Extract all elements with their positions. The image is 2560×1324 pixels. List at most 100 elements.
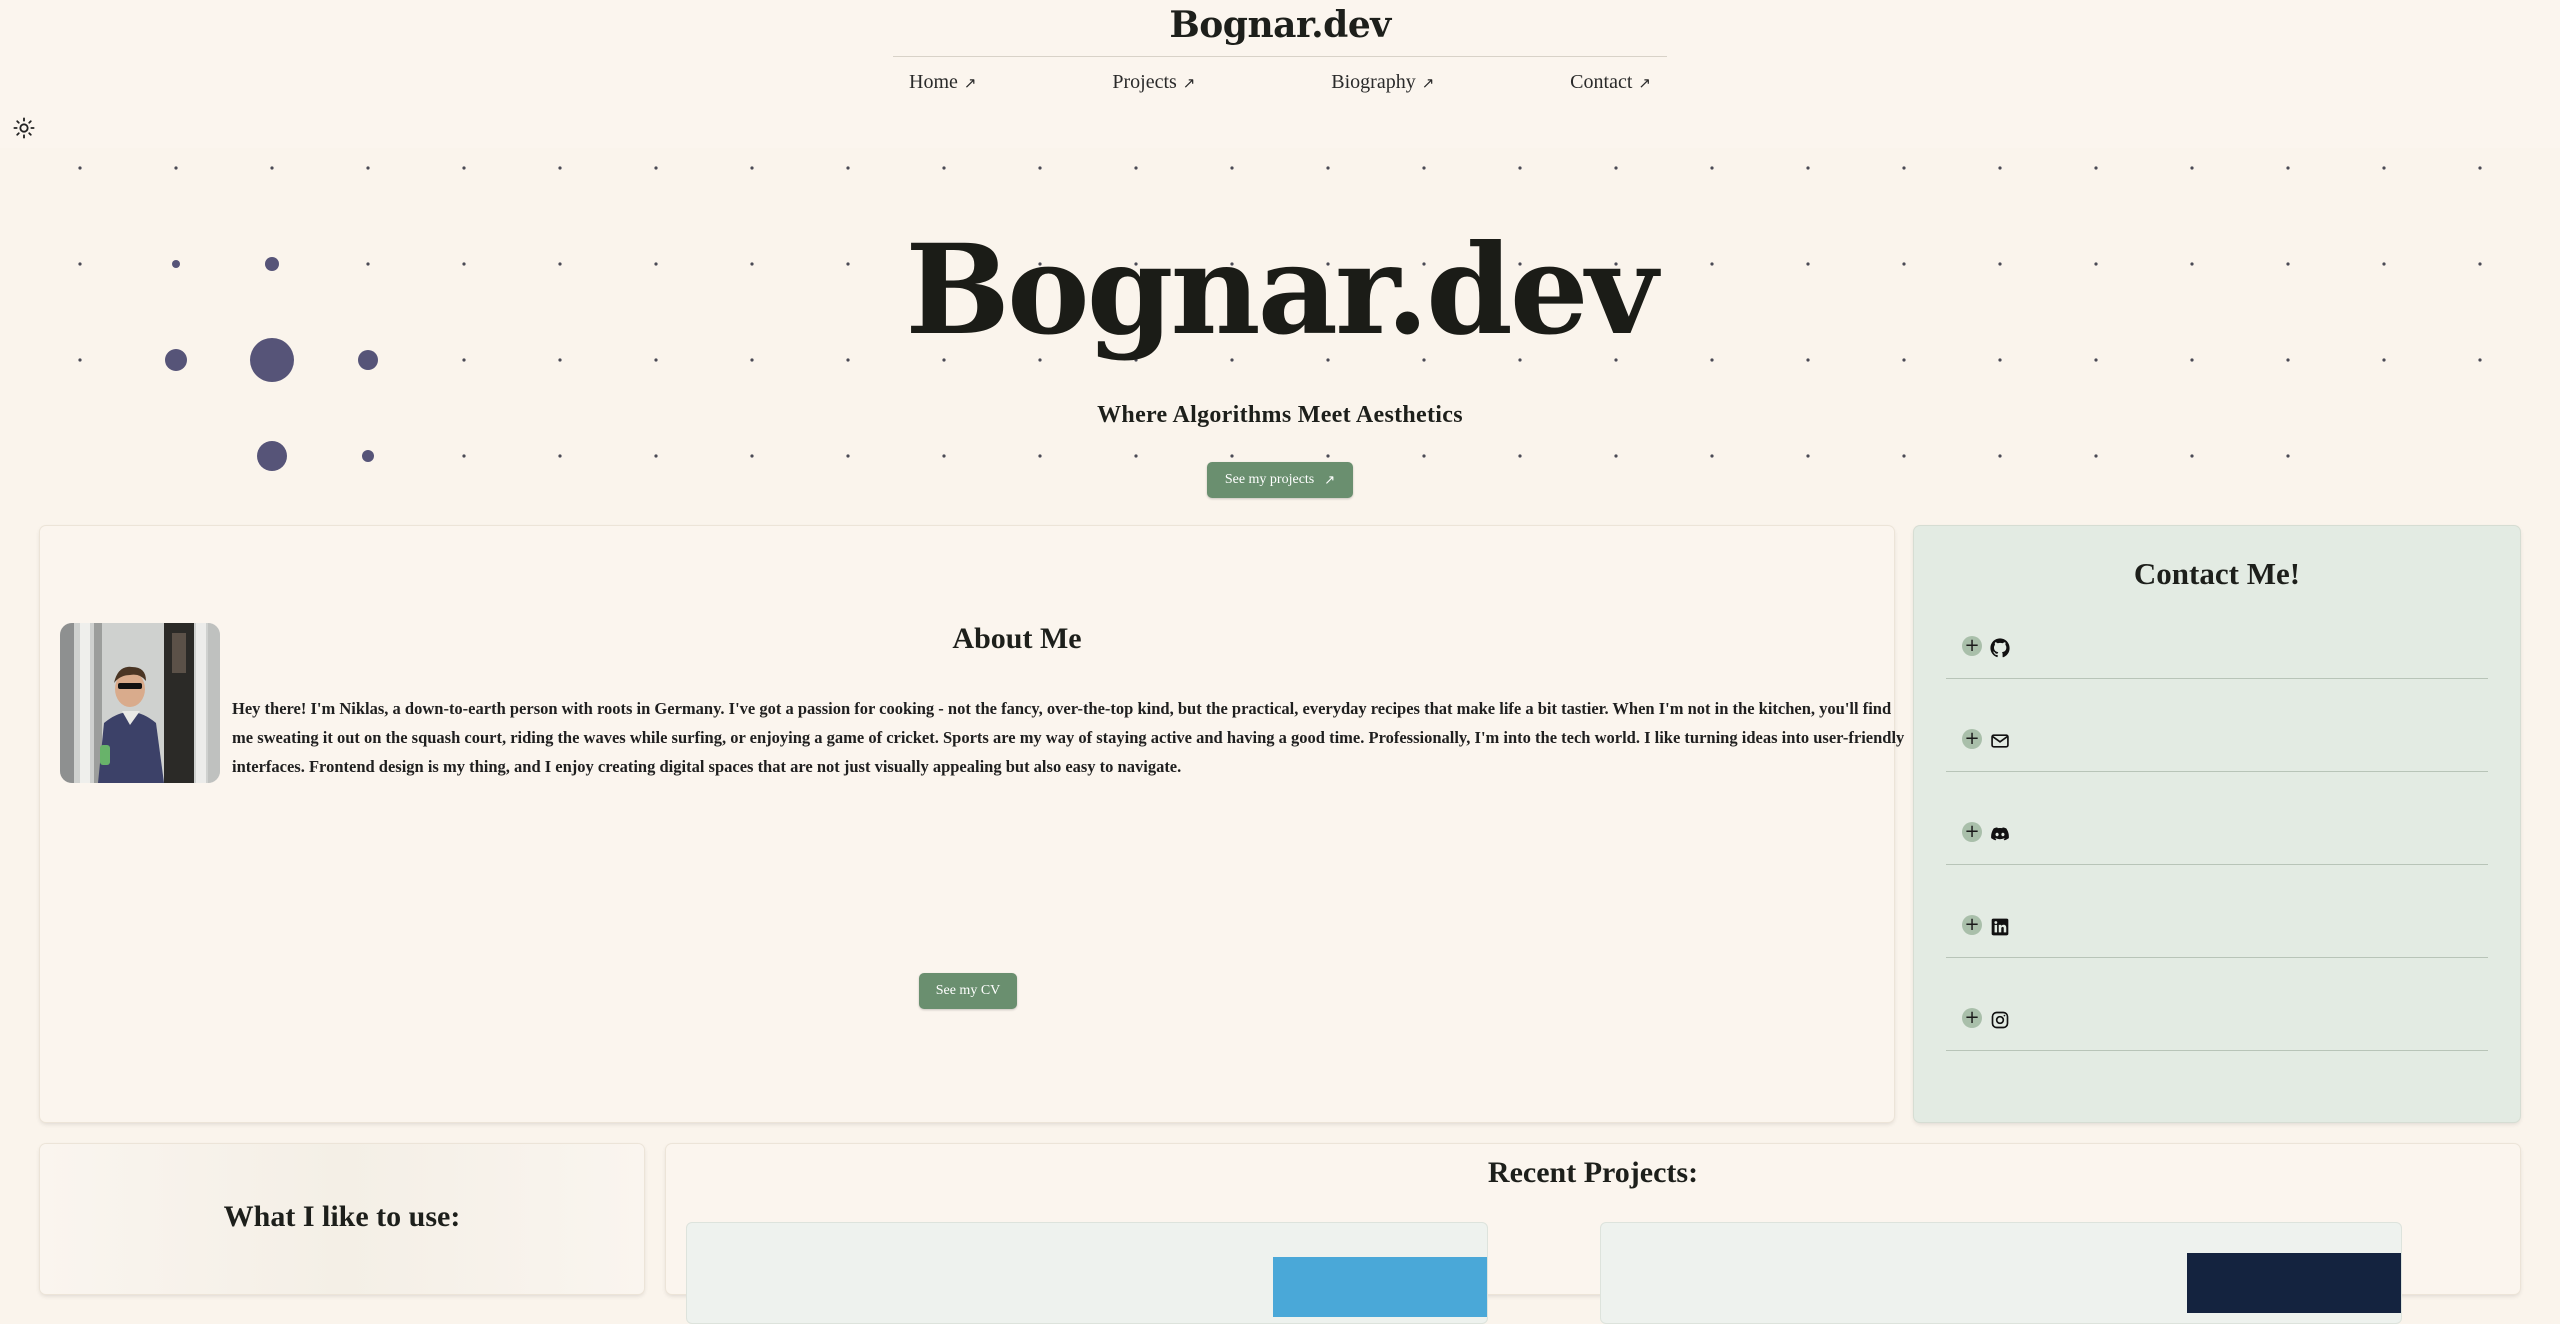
projects-card: Recent Projects:	[666, 1144, 2520, 1324]
hero-dot	[2286, 166, 2290, 170]
site-brand[interactable]: Bognar.dev	[0, 4, 2560, 46]
hero-dot	[2190, 454, 2194, 458]
theme-toggle[interactable]	[10, 114, 38, 142]
contact-item-instagram[interactable]: +	[1946, 988, 2488, 1051]
hero-dot	[1614, 454, 1618, 458]
hero-dot	[1902, 454, 1906, 458]
hero-dot	[174, 166, 178, 170]
project-card[interactable]	[686, 1222, 1488, 1324]
hero-title: Bognar.dev	[905, 218, 1657, 363]
hero-dot	[1998, 454, 2002, 458]
hero-dot	[1134, 166, 1138, 170]
hero-dot	[462, 166, 466, 170]
nav-projects-label: Projects	[1112, 71, 1177, 93]
profile-photo	[60, 623, 220, 783]
arrow-up-right-icon: ↗	[1182, 73, 1196, 92]
hero-dot	[846, 454, 850, 458]
nav-home[interactable]: Home ↗	[909, 71, 976, 94]
hero-dot	[1806, 166, 1810, 170]
hero-dot	[1518, 166, 1522, 170]
github-icon	[1990, 638, 2010, 658]
plus-icon[interactable]: +	[1962, 636, 1982, 656]
hero-dot	[1998, 166, 2002, 170]
linkedin-icon	[1991, 918, 2009, 936]
nav-contact-label: Contact	[1570, 71, 1633, 93]
main-nav: Home ↗ Projects ↗ Biography ↗ Contact ↗	[893, 56, 1667, 108]
contact-item-linkedin[interactable]: +	[1946, 895, 2488, 958]
hero-dot	[1326, 454, 1330, 458]
tools-card: What I like to use:	[40, 1144, 644, 1294]
arrow-up-right-icon: ↗	[1638, 73, 1651, 92]
arrow-up-right-icon: ↗	[1421, 73, 1435, 92]
hero-dot	[1326, 166, 1330, 170]
hero-dot	[750, 454, 754, 458]
contact-item-discord[interactable]: +	[1946, 802, 2488, 865]
hero-dot	[1038, 454, 1042, 458]
hero-dot	[2094, 454, 2098, 458]
hero-dot	[2190, 166, 2194, 170]
hero-dot	[1710, 166, 1714, 170]
discord-icon	[1991, 827, 2009, 841]
contact-item-github[interactable]: +	[1946, 616, 2488, 679]
hero-dot	[462, 454, 466, 458]
hero-dot	[654, 166, 658, 170]
hero-dot	[2478, 166, 2482, 170]
hero-dot	[942, 454, 946, 458]
hero-dot	[270, 166, 274, 170]
hero-dot	[1230, 166, 1234, 170]
nav-biography-label: Biography	[1331, 71, 1416, 93]
contact-item-mail[interactable]: +	[1946, 709, 2488, 772]
hero-dot	[1902, 166, 1906, 170]
hero-dot	[1518, 454, 1522, 458]
hero-dot	[2286, 454, 2290, 458]
projects-title: Recent Projects:	[1487, 1156, 1699, 1189]
site-header: Bognar.dev Home ↗ Projects ↗ Biography ↗…	[0, 0, 2560, 148]
sun-icon	[13, 117, 35, 139]
about-title: About Me	[952, 622, 1082, 655]
hero-dot	[362, 450, 374, 462]
hero-subtitle: Where Algorithms Meet Aesthetics	[1097, 402, 1463, 428]
nav-projects[interactable]: Projects ↗	[1112, 71, 1195, 94]
contact-card: Contact Me! + + + + +	[1914, 526, 2520, 1122]
hero-dot	[1230, 454, 1234, 458]
project-image	[1273, 1257, 1487, 1317]
hero-dot	[1038, 166, 1042, 170]
plus-icon[interactable]: +	[1962, 822, 1982, 842]
hero-dot	[257, 441, 287, 471]
arrow-up-right-icon: ↗	[1324, 472, 1336, 488]
hero-dot	[942, 166, 946, 170]
hero-dot	[846, 166, 850, 170]
see-cv-button[interactable]: See my CV	[919, 973, 1017, 1009]
project-image	[2187, 1253, 2401, 1313]
hero-dot	[654, 454, 658, 458]
about-text: Hey there! I'm Niklas, a down-to-earth p…	[232, 699, 1905, 776]
hero-dot	[1422, 166, 1426, 170]
hero-dot	[366, 166, 370, 170]
hero-dot	[750, 166, 754, 170]
hero-dot	[78, 166, 82, 170]
contact-title: Contact Me!	[2133, 556, 2301, 591]
plus-icon[interactable]: +	[1962, 1008, 1982, 1028]
hero-dot	[1422, 454, 1426, 458]
plus-icon[interactable]: +	[1962, 915, 1982, 935]
nav-home-label: Home	[909, 71, 958, 93]
nav-biography[interactable]: Biography ↗	[1331, 71, 1434, 94]
hero-dot	[1614, 166, 1618, 170]
hero-dot	[1806, 454, 1810, 458]
tools-title: What I like to use:	[223, 1200, 461, 1233]
hero-dot	[1134, 454, 1138, 458]
about-card: About Me Hey there! I'm Niklas, a down-t…	[40, 526, 1904, 1122]
arrow-up-right-icon: ↗	[963, 73, 977, 92]
see-projects-label: See my projects	[1224, 472, 1315, 487]
avatar	[60, 623, 220, 783]
hero-dot	[2382, 166, 2386, 170]
see-projects-button[interactable]: See my projects ↗	[1207, 462, 1353, 498]
instagram-icon	[1991, 1011, 2009, 1029]
hero-dot	[2094, 166, 2098, 170]
nav-contact[interactable]: Contact ↗	[1570, 71, 1651, 94]
mail-icon	[1991, 734, 2009, 748]
project-card[interactable]	[1600, 1222, 2402, 1324]
plus-icon[interactable]: +	[1962, 729, 1982, 749]
hero-dot	[558, 166, 562, 170]
hero-dot	[1710, 454, 1714, 458]
